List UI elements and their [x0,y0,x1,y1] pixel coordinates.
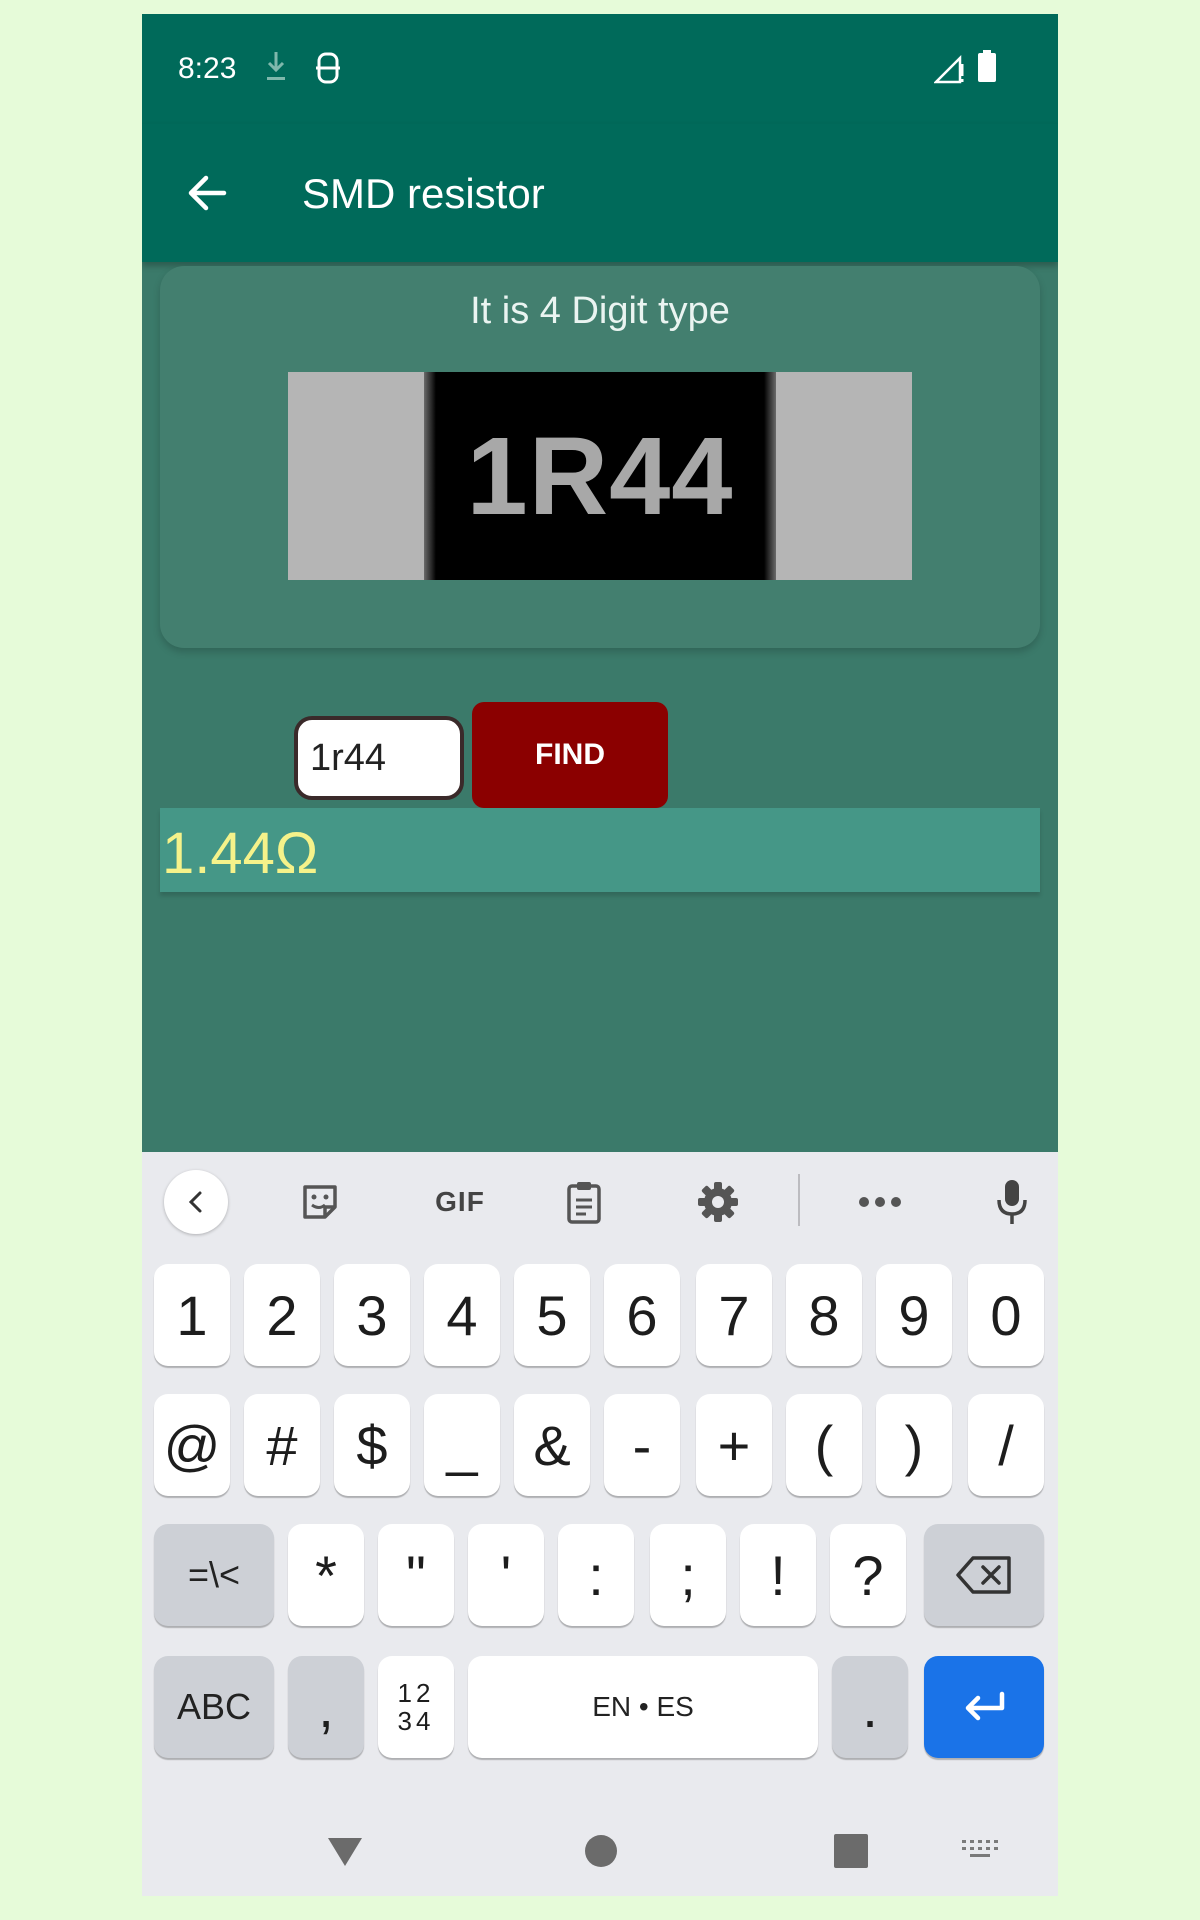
result-value: 1.44Ω [162,821,319,886]
signal-icon [934,54,964,84]
resistor-type-label: It is 4 Digit type [470,290,730,332]
symbols-toggle-key[interactable]: =\< [154,1524,274,1626]
backspace-icon [956,1556,1011,1594]
numpad-toggle-bottom: 34 [397,1706,435,1736]
key-0[interactable]: 0 [968,1264,1044,1366]
microphone-icon[interactable] [982,1172,1042,1232]
status-time: 8:23 [178,52,237,85]
key-close-paren[interactable]: ) [876,1394,952,1496]
download-icon [267,52,285,80]
back-triangle-icon[interactable] [326,1836,364,1868]
numpad-toggle-key[interactable]: 12 34 [378,1656,454,1758]
key-semicolon[interactable]: ; [650,1524,726,1626]
result-bar: 1.44Ω [160,808,1040,892]
recents-square-icon[interactable] [834,1834,868,1868]
key-underscore[interactable]: _ [424,1394,500,1496]
key-question[interactable]: ? [830,1524,906,1626]
find-button[interactable]: FIND [472,702,668,808]
key-plus[interactable]: + [696,1394,772,1496]
key-6[interactable]: 6 [604,1264,680,1366]
key-at[interactable]: @ [154,1394,230,1496]
app-bar: SMD resistor [142,124,1058,262]
key-comma[interactable]: , [288,1656,364,1758]
key-hash[interactable]: # [244,1394,320,1496]
space-key-label: EN • ES [592,1691,694,1722]
sync-icon [316,52,340,84]
backspace-key[interactable] [924,1524,1044,1626]
key-exclamation[interactable]: ! [740,1524,816,1626]
chevron-left-icon[interactable] [164,1170,228,1234]
sticker-icon[interactable] [290,1172,350,1232]
gif-label: GIF [435,1186,485,1217]
key-single-quote[interactable]: ' [468,1524,544,1626]
key-period[interactable]: . [832,1656,908,1758]
code-input[interactable] [294,716,464,800]
key-dollar[interactable]: $ [334,1394,410,1496]
status-bar: 8:23 [142,14,1058,124]
key-4[interactable]: 4 [424,1264,500,1366]
abc-key[interactable]: ABC [154,1656,274,1758]
enter-key[interactable] [924,1656,1044,1758]
key-7[interactable]: 7 [696,1264,772,1366]
back-arrow-icon[interactable] [180,166,234,220]
toolbar-divider [798,1174,800,1226]
key-3[interactable]: 3 [334,1264,410,1366]
key-colon[interactable]: : [558,1524,634,1626]
space-key[interactable]: EN • ES [468,1656,818,1758]
settings-icon[interactable] [688,1172,748,1232]
key-2[interactable]: 2 [244,1264,320,1366]
key-9[interactable]: 9 [876,1264,952,1366]
battery-icon [978,50,996,82]
resistor-code-text: 1R44 [466,414,734,538]
page-title: SMD resistor [302,170,545,217]
key-open-paren[interactable]: ( [786,1394,862,1496]
key-5[interactable]: 5 [514,1264,590,1366]
numpad-toggle-top: 12 [397,1678,435,1708]
soft-keyboard: GIF 1 2 3 4 5 6 7 8 9 0 @ # $ _ & - + (… [142,1152,1058,1896]
key-minus[interactable]: - [604,1394,680,1496]
phone-screen: 8:23 SMD resistor It is 4 Digit type 1R4… [142,14,1058,1896]
key-double-quote[interactable]: " [378,1524,454,1626]
resistor-card: It is 4 Digit type 1R44 [160,266,1040,648]
key-ampersand[interactable]: & [514,1394,590,1496]
key-asterisk[interactable]: * [288,1524,364,1626]
key-1[interactable]: 1 [154,1264,230,1366]
more-icon[interactable] [850,1172,910,1232]
clipboard-icon[interactable] [554,1172,614,1232]
keyboard-switch-icon[interactable] [962,1840,998,1862]
navigation-bar [142,1804,1058,1896]
keyboard-toolbar: GIF [142,1152,1058,1250]
key-slash[interactable]: / [968,1394,1044,1496]
gif-icon[interactable]: GIF [420,1172,500,1232]
key-8[interactable]: 8 [786,1264,862,1366]
resistor-illustration: 1R44 [288,372,912,580]
home-circle-icon[interactable] [584,1834,618,1868]
enter-icon [965,1691,1005,1721]
resistor-body: 1R44 [424,372,776,580]
